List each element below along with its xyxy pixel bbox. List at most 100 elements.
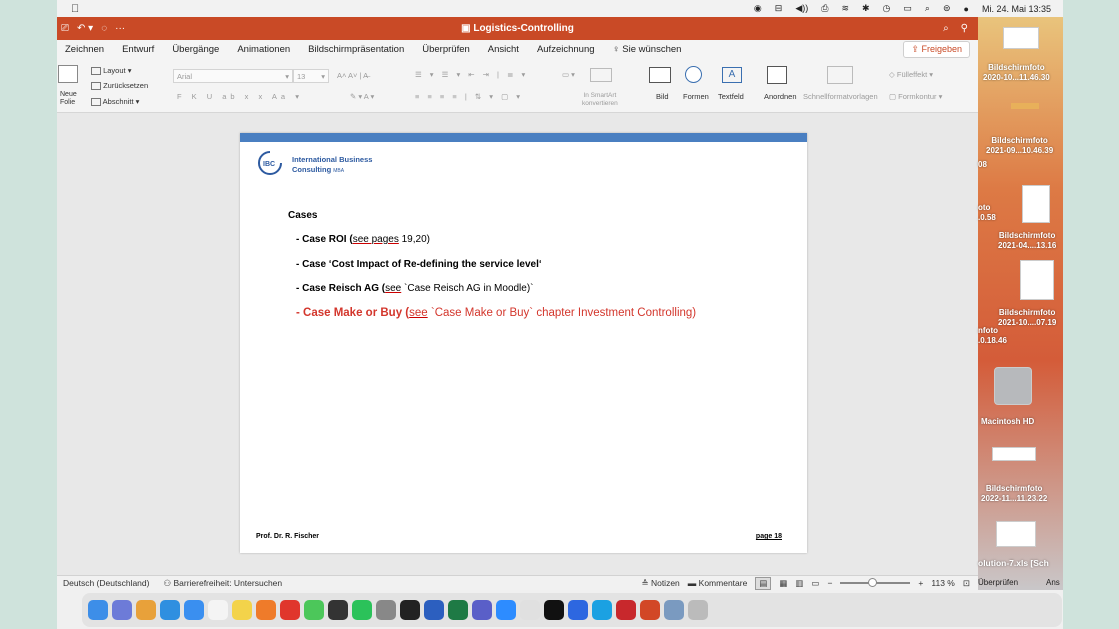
sorter-view-icon[interactable]: ▦: [779, 578, 787, 589]
desktop-file[interactable]: Bildschirmfoto 2021-10....07.19: [998, 308, 1056, 328]
acrobat-icon[interactable]: [616, 600, 636, 620]
fill-button[interactable]: ◇ Fülleffekt ▾: [889, 70, 933, 79]
shapes-button[interactable]: Formen: [683, 92, 709, 101]
language-status[interactable]: Deutsch (Deutschland): [63, 578, 149, 589]
zoom-slider[interactable]: [840, 578, 911, 587]
status-icon[interactable]: ◉: [754, 3, 762, 14]
zoom-out-button[interactable]: −: [827, 578, 832, 588]
fit-slide-icon[interactable]: ⊡: [963, 578, 970, 589]
text-direction-button[interactable]: ▭ ▾: [562, 70, 575, 79]
zoom-icon[interactable]: [496, 600, 516, 620]
desktop-file-fragment[interactable]: 08: [978, 160, 987, 170]
apple-icon[interactable]: : [71, 3, 79, 15]
opera-icon[interactable]: [280, 600, 300, 620]
obs-icon[interactable]: [328, 600, 348, 620]
font-size-select[interactable]: 13 ▾: [293, 69, 329, 83]
file-thumbnail[interactable]: [1022, 185, 1050, 223]
section-button[interactable]: Abschnitt ▾: [91, 97, 139, 107]
comments-button[interactable]: ▬ Kommentare: [688, 578, 748, 588]
tab-draw[interactable]: Zeichnen: [57, 44, 113, 55]
battery-icon[interactable]: ▭: [903, 3, 912, 14]
zoom-in-button[interactable]: +: [918, 578, 923, 588]
reading-view-icon[interactable]: ▥: [795, 578, 803, 589]
terminal-icon[interactable]: [544, 600, 564, 620]
background-window-tab[interactable]: Überprüfen: [978, 578, 1018, 588]
presenter-view-icon[interactable]: ▭: [811, 578, 819, 589]
user-icon[interactable]: ⚲: [961, 23, 968, 34]
quick-styles-button[interactable]: Schnellformatvorlagen: [803, 92, 878, 101]
desktop-file-fragment[interactable]: oto: [978, 203, 990, 213]
file-thumbnail[interactable]: [1020, 260, 1054, 300]
font-color-buttons[interactable]: ✎ ▾ A ▾: [350, 92, 374, 101]
trash-icon[interactable]: [688, 600, 708, 620]
control-center-icon[interactable]: ⊜: [943, 3, 951, 14]
normal-view-icon[interactable]: ▤: [755, 576, 772, 590]
launchpad-icon[interactable]: [112, 600, 132, 620]
file-thumbnail[interactable]: [992, 447, 1036, 461]
clock-icon[interactable]: ◷: [883, 3, 891, 14]
calendar-icon[interactable]: [208, 600, 228, 620]
share-button[interactable]: ⇪ Freigeben: [903, 41, 970, 58]
bluetooth-icon[interactable]: ✱: [862, 3, 870, 14]
more-icon[interactable]: ···: [115, 23, 125, 34]
desktop-file-fragment[interactable]: .0.18.46: [978, 336, 1007, 346]
volume-icon[interactable]: ◀)): [795, 3, 808, 14]
list-buttons[interactable]: ☰ ▾ ☰ ▾ ⇤ ⇥ | ≣ ▾: [415, 70, 528, 79]
skype-icon[interactable]: [592, 600, 612, 620]
undo-icon[interactable]: ↶ ▾: [77, 23, 93, 34]
desktop-file-fragment[interactable]: nfoto: [978, 326, 998, 336]
notes-button[interactable]: ≙ Notizen: [641, 578, 679, 589]
smartart-icon[interactable]: [590, 68, 612, 82]
hard-drive-icon[interactable]: [994, 367, 1032, 405]
smartart-button[interactable]: In SmartArt konvertieren: [582, 92, 618, 108]
tab-animations[interactable]: Animationen: [228, 44, 299, 55]
tab-design[interactable]: Entwurf: [113, 44, 163, 55]
finder-icon[interactable]: [88, 600, 108, 620]
desktop-file[interactable]: Bildschirmfoto 2021-09...10.46.39: [986, 136, 1053, 156]
new-slide-icon[interactable]: [58, 65, 78, 83]
desktop-file-fragment[interactable]: .0.58: [978, 213, 996, 223]
background-window-tab[interactable]: Ans: [1046, 578, 1060, 588]
font-size-buttons[interactable]: A˄ A˅ | A̶: [337, 71, 368, 80]
slack-icon[interactable]: [520, 600, 540, 620]
textbox-button[interactable]: Textfeld: [718, 92, 744, 101]
zoom-level[interactable]: 113 %: [931, 578, 954, 588]
siri-icon[interactable]: ●: [964, 4, 969, 14]
tab-slideshow[interactable]: Bildschirmpräsentation: [299, 44, 413, 55]
dropbox-icon[interactable]: [568, 600, 588, 620]
wifi-icon[interactable]: ≋: [841, 3, 849, 14]
desktop-file[interactable]: Macintosh HD: [981, 417, 1034, 427]
slide-canvas[interactable]: IBC International Business Consulting MB…: [57, 113, 978, 575]
arrange-button[interactable]: Anordnen: [764, 92, 797, 101]
slide[interactable]: IBC International Business Consulting MB…: [240, 133, 807, 553]
background-window-title[interactable]: olution-7.xls [Sch: [978, 558, 1049, 568]
powerpoint-icon[interactable]: [640, 600, 660, 620]
paragraph-align-buttons[interactable]: ≡ ≡ ≡ ≡ | ⇅ ▾ ▢ ▾: [415, 92, 523, 101]
excel-icon[interactable]: [448, 600, 468, 620]
safari-icon[interactable]: [160, 600, 180, 620]
new-slide-button[interactable]: Neue Folie: [60, 91, 77, 107]
preview-icon[interactable]: [664, 600, 684, 620]
outline-button[interactable]: ▢ Formkontur ▾: [889, 92, 942, 101]
file-thumbnail[interactable]: [1003, 27, 1039, 49]
sonos-icon[interactable]: [400, 600, 420, 620]
tab-review[interactable]: Überprüfen: [413, 44, 479, 55]
mail-icon[interactable]: [184, 600, 204, 620]
zoom-slider-knob[interactable]: [868, 578, 878, 587]
file-thumbnail[interactable]: [996, 521, 1036, 547]
file-thumbnail[interactable]: [1011, 103, 1039, 109]
font-name-select[interactable]: Arial ▾: [173, 69, 293, 83]
desktop-file[interactable]: Bildschirmfoto 2022-11...11.23.22: [981, 484, 1047, 504]
search-icon[interactable]: ⌕: [925, 3, 930, 14]
tab-recording[interactable]: Aufzeichnung: [528, 44, 604, 55]
messages-icon[interactable]: [304, 600, 324, 620]
menu-bar-datetime[interactable]: Mi. 24. Mai 13:35: [982, 4, 1051, 14]
redo-icon[interactable]: ◌: [101, 23, 107, 34]
desktop-file[interactable]: Bildschirmfoto 2020-10...11.46.30: [983, 63, 1050, 83]
teams-icon[interactable]: [472, 600, 492, 620]
status-icon[interactable]: ⊟: [775, 3, 783, 14]
tab-tell-me[interactable]: ♀ Sie wünschen: [604, 44, 691, 55]
chrome-icon[interactable]: [136, 600, 156, 620]
notes-icon[interactable]: [232, 600, 252, 620]
word-icon[interactable]: [424, 600, 444, 620]
